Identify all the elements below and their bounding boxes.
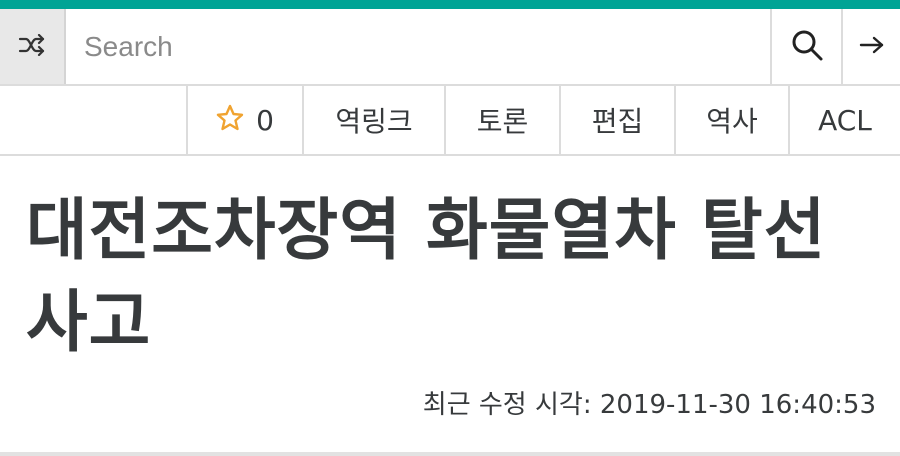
random-document-button[interactable]	[0, 9, 66, 84]
last-edited-timestamp: 최근 수정 시각: 2019-11-30 16:40:53	[422, 390, 876, 420]
top-accent-bar	[0, 0, 900, 9]
shuffle-icon	[18, 33, 46, 60]
tab-acl-label: ACL	[818, 103, 872, 137]
content-divider	[0, 452, 900, 456]
tab-edit[interactable]: 편집	[559, 86, 674, 154]
page-title: 대전조차장역 화물열차 탈선사고	[26, 191, 827, 361]
tab-history-label: 역사	[706, 105, 758, 138]
tab-discussion-label: 토론	[476, 105, 529, 138]
tab-history[interactable]: 역사	[674, 86, 788, 154]
go-button[interactable]	[841, 9, 900, 84]
search-input[interactable]	[68, 9, 770, 84]
tab-edit-label: 편집	[591, 105, 644, 138]
document-action-tabs: 0 역링크 토론 편집 역사 ACL	[0, 86, 900, 156]
star-count: 0	[256, 103, 274, 137]
tab-backlinks-label: 역링크	[335, 105, 413, 138]
search-icon	[790, 28, 824, 66]
tab-discussion[interactable]: 토론	[444, 86, 559, 154]
star-outline-icon	[216, 104, 244, 137]
search-bar	[0, 9, 900, 86]
star-button[interactable]: 0	[186, 86, 302, 154]
tab-backlinks[interactable]: 역링크	[302, 86, 444, 154]
search-button[interactable]	[770, 9, 841, 84]
tab-acl[interactable]: ACL	[788, 86, 900, 154]
arrow-right-icon	[859, 35, 885, 59]
